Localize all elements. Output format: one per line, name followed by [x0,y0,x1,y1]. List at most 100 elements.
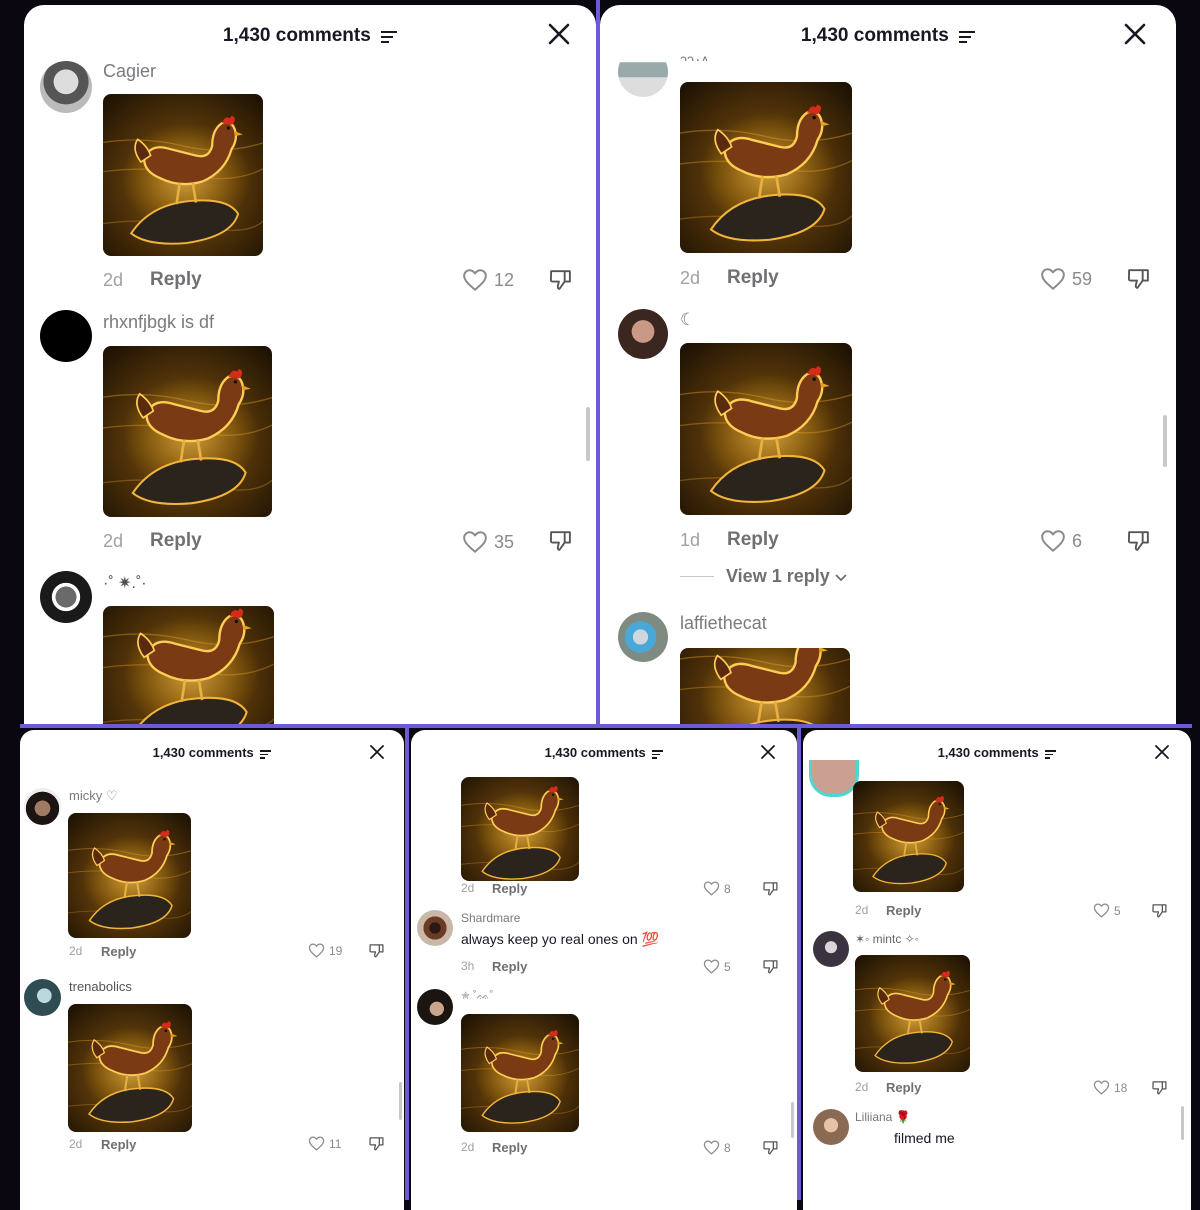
comment-username[interactable]: ✶◦ mintc ✧◦ [855,932,919,946]
reply-button[interactable]: Reply [101,944,136,959]
comments-count: 1,430 comments [937,745,1039,760]
comment-time: 2d [855,903,869,917]
avatar[interactable] [618,47,668,97]
chevron-down-icon [835,566,847,587]
avatar[interactable] [24,979,61,1016]
heart-outline-icon [703,880,720,897]
scrollbar[interactable] [399,1082,402,1120]
comment-time: 2d [680,268,701,288]
thumbs-down-icon[interactable] [762,958,779,975]
thumbs-down-icon[interactable] [762,880,779,897]
like-button[interactable]: 18 [1093,1079,1127,1096]
like-button[interactable]: 11 [308,1135,341,1152]
comments-count: 1,430 comments [152,745,254,760]
thumbs-down-icon[interactable] [548,528,573,553]
view-replies-button[interactable]: View 1 reply [680,566,847,587]
reply-button[interactable]: Reply [727,529,779,551]
reply-button[interactable]: Reply [150,530,202,552]
chicken-sticker-image [68,813,191,938]
close-icon[interactable] [1124,23,1146,49]
like-count: 35 [494,531,515,552]
scrollbar[interactable] [791,1102,794,1138]
avatar[interactable] [809,760,859,797]
chicken-sticker-image [461,777,579,881]
reply-button[interactable]: Reply [886,903,921,918]
comment-time: 2d [855,1080,869,1094]
comments-panel: 1,430 comments micky ♡ 2d Reply 19 trena… [20,730,404,1210]
close-icon[interactable] [370,745,384,763]
scrollbar[interactable] [1181,1106,1184,1140]
avatar[interactable] [618,309,668,359]
like-button[interactable]: 12 [462,267,514,293]
thumbs-down-icon[interactable] [1151,902,1168,919]
avatar[interactable] [813,1109,849,1145]
like-button[interactable]: 35 [462,529,514,555]
avatar[interactable] [618,612,668,662]
comments-panel: 1,430 comments 2d Reply 8 Shardmare alwa… [411,730,797,1210]
avatar[interactable] [40,571,92,623]
comment-username[interactable]: ☾ [680,310,695,330]
avatar[interactable] [813,931,849,967]
comment-username[interactable]: laffiethecat [680,613,767,634]
comment-username[interactable]: ✮ ˚ᨐ˚ [461,990,493,1003]
reply-button[interactable]: Reply [492,959,527,974]
thumbs-down-icon[interactable] [1126,528,1151,553]
comment-username[interactable]: micky ♡ [69,788,117,804]
like-button[interactable]: 8 [703,1139,731,1156]
avatar[interactable] [24,788,61,825]
like-button[interactable]: 6 [1040,528,1082,554]
sort-lines-icon[interactable] [381,28,398,44]
thumbs-down-icon[interactable] [1151,1079,1168,1096]
reply-button[interactable]: Reply [492,1140,527,1155]
comment-username[interactable]: trenabolics [69,979,132,994]
comments-header: 1,430 comments [600,25,1176,47]
reply-button[interactable]: Reply [150,269,202,291]
like-button[interactable]: 19 [308,942,342,959]
heart-outline-icon [308,942,325,959]
sort-lines-icon[interactable] [1045,748,1057,759]
comments-count: 1,430 comments [222,25,371,46]
comment-username[interactable]: Shardmare [461,911,520,925]
chicken-sticker-image [68,1004,192,1132]
reply-button[interactable]: Reply [886,1080,921,1095]
comment-username[interactable]: Liliiana 🌹 [855,1110,911,1124]
avatar[interactable] [40,310,92,362]
scrollbar[interactable] [586,407,590,461]
avatar[interactable] [417,989,453,1025]
reply-button[interactable]: Reply [727,267,779,289]
like-button[interactable]: 8 [703,880,731,897]
chicken-sticker-image [680,82,852,253]
chicken-sticker-image [461,1014,579,1132]
sort-lines-icon[interactable] [260,748,272,759]
sort-lines-icon[interactable] [652,748,664,759]
sort-lines-icon[interactable] [959,28,976,44]
close-icon[interactable] [761,745,775,763]
thumbs-down-icon[interactable] [1126,266,1151,291]
like-button[interactable]: 59 [1040,266,1092,292]
scrollbar[interactable] [1163,415,1167,467]
comments-count: 1,430 comments [800,25,949,46]
like-count: 8 [724,1140,731,1155]
thumbs-down-icon[interactable] [762,1139,779,1156]
like-button[interactable]: 5 [1093,902,1121,919]
avatar[interactable] [40,61,92,113]
reply-button[interactable]: Reply [101,1137,136,1152]
comment-username[interactable]: rhxnfjbgk is df [103,312,214,333]
close-icon[interactable] [548,23,570,49]
heart-outline-icon [1093,1079,1110,1096]
like-count: 12 [494,269,515,290]
comment-username[interactable]: ·˚ ✷.˚· [103,573,147,593]
comments-panel: 1,430 comments 2d Reply 5 ✶◦ mintc ✧◦ 2d… [803,730,1191,1210]
comment-username[interactable]: Cagier [103,61,156,82]
thumbs-down-icon[interactable] [368,1135,385,1152]
heart-outline-icon [1040,266,1066,292]
avatar[interactable] [417,910,453,946]
comment-username[interactable]: ɔɔ۰ʌ [680,51,709,61]
like-button[interactable]: 5 [703,958,731,975]
close-icon[interactable] [1155,745,1169,763]
thumbs-down-icon[interactable] [548,267,573,292]
comment-time: 3h [461,959,475,973]
heart-outline-icon [1093,902,1110,919]
reply-button[interactable]: Reply [492,881,527,896]
thumbs-down-icon[interactable] [368,942,385,959]
